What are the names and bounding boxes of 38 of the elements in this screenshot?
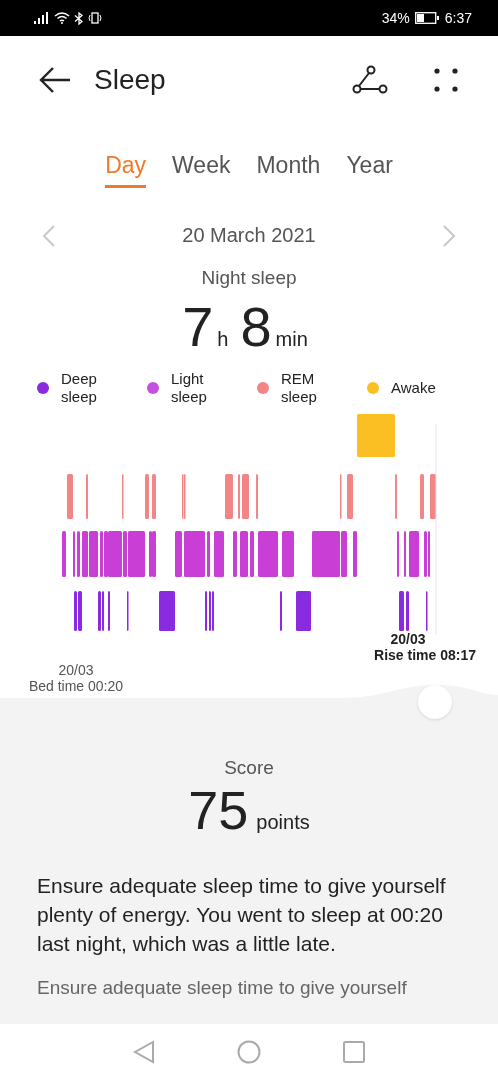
period-tab[interactable]: Month xyxy=(256,152,321,188)
wifi-icon xyxy=(54,12,70,24)
page-title: Sleep xyxy=(94,64,167,96)
slider-handle[interactable] xyxy=(418,685,452,719)
period-tab[interactable]: Year xyxy=(346,152,393,188)
route-icon[interactable] xyxy=(352,65,388,95)
battery-percent: 34% xyxy=(381,10,410,26)
date-label: 20 March 2021 xyxy=(182,224,316,247)
rise-date: 20/03 xyxy=(390,631,426,647)
minutes-value: 8 xyxy=(240,297,272,357)
bluetooth-icon xyxy=(74,11,84,25)
more-icon[interactable] xyxy=(434,68,458,92)
vibrate-icon xyxy=(88,12,102,24)
summary-label: Night sleep xyxy=(200,267,298,289)
legend-label: Deep sleep xyxy=(61,370,97,406)
period-tab[interactable]: Week xyxy=(172,152,231,188)
bed-time: Bed time 00:20 xyxy=(28,678,124,694)
legend-label: Light sleep xyxy=(171,370,207,406)
advice-text: Ensure adequate sleep time to give yourself plenty of energy. You went to sleep at 00:20 last night, which was a little late. xyxy=(37,873,447,957)
score-unit: points xyxy=(256,811,310,834)
rise-time: Rise time 08:17 xyxy=(374,647,476,663)
next-icon[interactable] xyxy=(442,224,456,247)
previous-icon[interactable] xyxy=(42,224,56,247)
back-icon[interactable] xyxy=(38,66,72,94)
recents-icon[interactable] xyxy=(343,1041,365,1063)
score-label: Score xyxy=(223,757,275,779)
legend-label: Awake xyxy=(391,379,436,397)
minutes-unit: min xyxy=(275,328,308,351)
signal-icon xyxy=(34,12,50,24)
advice-text: Ensure adequate sleep time to give yourself xyxy=(37,976,408,1000)
clock: 6:37 xyxy=(444,10,472,26)
hours-unit: h xyxy=(217,328,229,351)
battery-icon xyxy=(414,12,440,24)
hours-value: 7 xyxy=(182,297,214,357)
legend-label: REM sleep xyxy=(281,370,317,406)
home-icon[interactable] xyxy=(237,1040,261,1064)
score-value: 75 xyxy=(188,779,249,841)
bed-date: 20/03 xyxy=(58,662,94,678)
